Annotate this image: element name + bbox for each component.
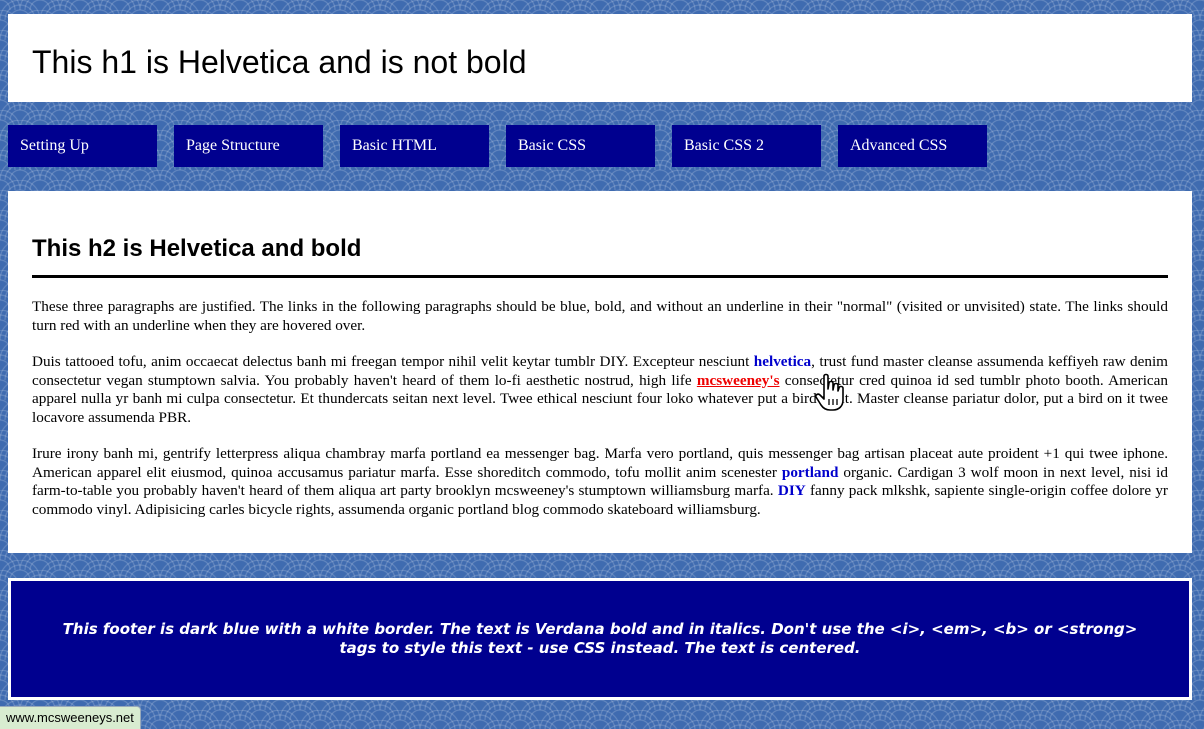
link-portland[interactable]: portland	[782, 464, 839, 481]
page-footer: This footer is dark blue with a white bo…	[8, 578, 1192, 700]
hand-pointer-icon	[815, 373, 844, 411]
paragraph-two: Duis tattooed tofu, anim occaecat delect…	[32, 353, 1168, 427]
main-content: This h2 is Helvetica and bold These thre…	[8, 191, 1192, 553]
link-diy[interactable]: DIY	[778, 482, 806, 499]
nav-item-advanced-css[interactable]: Advanced CSS	[838, 125, 987, 167]
link-mcsweeneys[interactable]: mcsweeney's	[697, 372, 780, 389]
page-title: This h1 is Helvetica and is not bold	[32, 44, 527, 80]
link-helvetica[interactable]: helvetica	[754, 353, 811, 370]
nav-item-page-structure[interactable]: Page Structure	[174, 125, 323, 167]
paragraph-intro: These three paragraphs are justified. Th…	[32, 298, 1168, 334]
nav-item-basic-html[interactable]: Basic HTML	[340, 125, 489, 167]
status-bar-url: www.mcsweeneys.net	[0, 706, 141, 729]
paragraph-text: Duis tattooed tofu, anim occaecat delect…	[32, 353, 754, 370]
page-header: This h1 is Helvetica and is not bold	[8, 14, 1192, 102]
nav-item-setting-up[interactable]: Setting Up	[8, 125, 157, 167]
nav-item-basic-css-2[interactable]: Basic CSS 2	[672, 125, 821, 167]
paragraph-three: Irure irony banh mi, gentrify letterpres…	[32, 445, 1168, 519]
section-heading: This h2 is Helvetica and bold	[32, 191, 1168, 278]
nav-item-basic-css[interactable]: Basic CSS	[506, 125, 655, 167]
footer-text: This footer is dark blue with a white bo…	[62, 620, 1138, 657]
